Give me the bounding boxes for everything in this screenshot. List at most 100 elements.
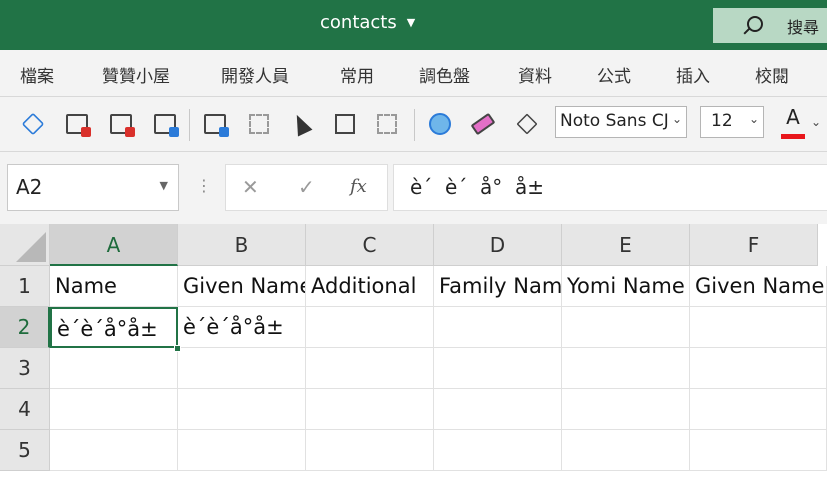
column-header-e[interactable]: E: [562, 224, 690, 266]
toolbar: Noto Sans CJ ⌄ 12 ⌄ A ⌄: [0, 96, 827, 152]
group-button[interactable]: [372, 109, 402, 139]
chevron-down-icon: ⌄: [748, 112, 759, 126]
circle-icon: [429, 113, 451, 135]
tab-home[interactable]: 常用: [340, 62, 374, 87]
tab-formulas[interactable]: 公式: [597, 62, 631, 87]
column-header-b[interactable]: B: [178, 224, 306, 266]
toolbar-divider: [414, 109, 415, 141]
row-header-1[interactable]: 1: [0, 266, 50, 307]
cell-c4[interactable]: [306, 389, 434, 430]
clear-format-button[interactable]: [468, 109, 498, 139]
chevron-down-icon: ▼: [159, 179, 168, 192]
cell-f2[interactable]: [690, 307, 827, 348]
cell-b1[interactable]: Given Name: [178, 266, 306, 307]
crop-icon: [335, 114, 355, 134]
clear-button[interactable]: [512, 109, 542, 139]
select-objects-button[interactable]: [286, 109, 316, 139]
cell-f4[interactable]: [690, 389, 827, 430]
record-icon: [110, 114, 135, 137]
cell-f3[interactable]: [690, 348, 827, 389]
cell-a4[interactable]: [50, 389, 178, 430]
document-title-text: contacts: [320, 12, 397, 33]
fill-handle[interactable]: [174, 345, 181, 352]
select-all-button[interactable]: [0, 224, 50, 266]
name-box-value: A2: [16, 175, 43, 199]
ribbon-tabs: 檔案 贊贊小屋 開發人員 常用 調色盤 資料 公式 插入 校閱: [0, 50, 827, 96]
cell-b4[interactable]: [178, 389, 306, 430]
picture-icon: [249, 114, 269, 134]
search-icon: [741, 15, 763, 37]
cell-a2[interactable]: è´è´å°å±: [50, 307, 178, 348]
cell-c1[interactable]: Additional: [306, 266, 434, 307]
formula-input[interactable]: è´ è´ å° å±: [393, 164, 827, 211]
cell-e2[interactable]: [562, 307, 690, 348]
record-button[interactable]: [106, 109, 136, 139]
screenshot-icon: [204, 114, 229, 137]
row-header-3[interactable]: 3: [0, 348, 50, 389]
insert-function-button[interactable]: fx: [350, 176, 367, 197]
cell-c3[interactable]: [306, 348, 434, 389]
cell-a3[interactable]: [50, 348, 178, 389]
cell-d3[interactable]: [434, 348, 562, 389]
cell-a5[interactable]: [50, 430, 178, 471]
cell-c2[interactable]: [306, 307, 434, 348]
cell-a1[interactable]: Name: [50, 266, 178, 307]
cell-e4[interactable]: [562, 389, 690, 430]
font-color-button[interactable]: A: [780, 105, 806, 139]
font-color-swatch: [781, 134, 805, 139]
toolbar-divider: [189, 109, 190, 141]
column-header-a[interactable]: A: [50, 224, 178, 266]
picture-button[interactable]: [244, 109, 274, 139]
column-header-f[interactable]: F: [690, 224, 818, 266]
document-title[interactable]: contacts ▼: [320, 12, 415, 33]
tab-insert[interactable]: 插入: [676, 62, 710, 87]
name-box[interactable]: A2 ▼: [7, 164, 179, 211]
print-icon: [154, 114, 179, 137]
cell-f5[interactable]: [690, 430, 827, 471]
font-color-glyph: A: [786, 105, 800, 129]
row-header-5[interactable]: 5: [0, 430, 50, 471]
cell-e3[interactable]: [562, 348, 690, 389]
tab-developer[interactable]: 開發人員: [221, 62, 289, 87]
cell-b3[interactable]: [178, 348, 306, 389]
cell-d2[interactable]: [434, 307, 562, 348]
crop-button[interactable]: [330, 109, 360, 139]
cancel-icon[interactable]: ✕: [242, 175, 259, 199]
cell-d1[interactable]: Family Name: [434, 266, 562, 307]
tab-palette[interactable]: 調色盤: [419, 62, 470, 87]
font-name-select[interactable]: Noto Sans CJ ⌄: [555, 106, 687, 138]
cell-e1[interactable]: Yomi Name: [562, 266, 690, 307]
shape-circle-button[interactable]: [425, 109, 455, 139]
tab-review[interactable]: 校閱: [755, 62, 789, 87]
eraser-icon: [470, 112, 496, 136]
search-box[interactable]: 搜尋: [713, 8, 827, 43]
column-header-c[interactable]: C: [306, 224, 434, 266]
row-header-2[interactable]: 2: [0, 307, 50, 348]
tab-file[interactable]: 檔案: [20, 62, 54, 87]
enter-icon[interactable]: ✓: [298, 175, 315, 199]
row-header-4[interactable]: 4: [0, 389, 50, 430]
tab-data[interactable]: 資料: [518, 62, 552, 87]
screenshot-button[interactable]: [200, 109, 230, 139]
chevron-down-icon[interactable]: ⌄: [811, 115, 821, 129]
cell-d5[interactable]: [434, 430, 562, 471]
column-header-d[interactable]: D: [434, 224, 562, 266]
cell-d4[interactable]: [434, 389, 562, 430]
chevron-down-icon: ⌄: [671, 112, 682, 126]
3d-model-button[interactable]: [18, 109, 48, 139]
chevron-down-icon[interactable]: ▼: [407, 16, 415, 29]
cell-b2[interactable]: è´è´å°å±: [178, 307, 306, 348]
cell-b5[interactable]: [178, 430, 306, 471]
spreadsheet-grid: A B C D E F 1 2 3 4 5 Name Given Name Ad…: [0, 224, 827, 477]
drag-handle-icon[interactable]: ⋮: [196, 176, 212, 195]
tab-zanzan[interactable]: 贊贊小屋: [102, 62, 170, 87]
font-size-select[interactable]: 12 ⌄: [700, 106, 764, 138]
cell-f1[interactable]: Given Name: [690, 266, 827, 307]
search-label: 搜尋: [787, 17, 820, 37]
group-icon: [377, 114, 397, 134]
formula-bar: A2 ▼ ⋮ ✕ ✓ fx è´ è´ å° å±: [0, 152, 827, 224]
form-button[interactable]: [62, 109, 92, 139]
print-button[interactable]: [150, 109, 180, 139]
cell-c5[interactable]: [306, 430, 434, 471]
cell-e5[interactable]: [562, 430, 690, 471]
